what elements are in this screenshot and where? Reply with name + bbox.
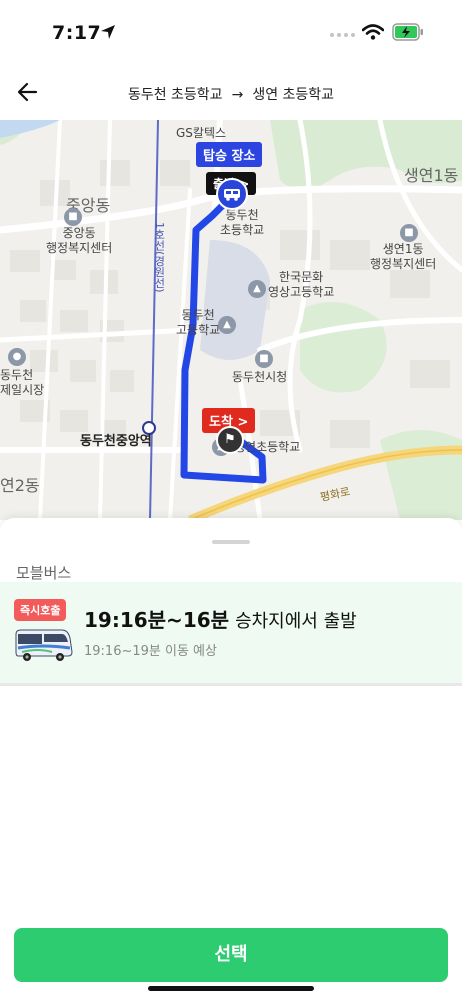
bus-icon xyxy=(15,629,73,661)
sheet-drag-handle[interactable] xyxy=(212,540,250,544)
eta-text: 19:16~19분 이동 예상 xyxy=(84,644,217,659)
bottom-sheet: 모블버스 즉시호출 19:16분~16분 승차지에서 출발 19:16~19분 이… xyxy=(0,518,462,1000)
origin-name: 동두천 초등학교 xyxy=(127,87,223,103)
map-label-saengyeon2: 연2동 xyxy=(0,476,40,495)
pickup-location-tag[interactable]: 탑승 장소 xyxy=(196,142,263,167)
instant-call-badge: 즉시호출 xyxy=(14,599,67,621)
school-icon: ▲ xyxy=(218,316,236,334)
signal-dots-icon xyxy=(330,33,355,37)
location-arrow-icon xyxy=(101,25,115,39)
bus-option-card[interactable]: 즉시호출 19:16분~16분 승차지에서 출발 19:16~19분 이동 예상 xyxy=(0,582,462,686)
departure-text: 승차지에서 출발 xyxy=(235,611,357,632)
map-label-saengyeon1: 생연1동 xyxy=(404,166,459,185)
route-title: 동두천 초등학교 → 생연 초등학교 xyxy=(0,84,462,104)
wifi-icon xyxy=(362,24,384,40)
route-map[interactable]: GS칼텍스 중앙동 중앙동 행정복지센터 동두천 초등학교 1호선(경원선) 한… xyxy=(0,120,462,520)
map-label-market: 동두천 제일시장 xyxy=(0,368,45,397)
home-indicator[interactable] xyxy=(148,986,314,991)
map-label-city-hall: 동두천시청 xyxy=(232,370,288,384)
map-label-saengyeon-school: 생연초등학교 xyxy=(234,440,301,454)
select-button[interactable]: 선택 xyxy=(14,928,448,982)
map-label-korea-culture: 한국문화 영상고등학교 xyxy=(268,270,335,299)
destination-flag-icon[interactable]: ⚑ xyxy=(216,426,244,454)
government-office-icon: ■ xyxy=(64,208,82,226)
bus-marker-icon[interactable] xyxy=(216,178,248,210)
government-office-icon: ■ xyxy=(400,224,418,242)
map-label-gs: GS칼텍스 xyxy=(176,126,227,140)
map-label-station: 동두천중앙역 xyxy=(80,434,152,449)
map-label-saengyeon1-center: 생연1동 행정복지센터 xyxy=(370,242,437,271)
status-time: 7:17 xyxy=(52,22,102,44)
departure-line: 19:16분~16분 승차지에서 출발 xyxy=(84,604,357,633)
section-label: 모블버스 xyxy=(16,564,72,582)
city-hall-icon: ■ xyxy=(255,350,273,368)
map-label-donducheon-school: 동두천 초등학교 xyxy=(220,208,265,237)
map-label-donducheon-high: 동두천 고등학교 xyxy=(176,308,221,337)
status-bar: 7:17 xyxy=(0,0,462,62)
time-range: 19:16분~16분 xyxy=(84,608,230,632)
school-icon: ▲ xyxy=(248,280,266,298)
header: 동두천 초등학교 → 생연 초등학교 xyxy=(0,62,462,120)
map-label-jungang-center: 중앙동 행정복지센터 xyxy=(46,226,113,255)
route-arrow: → xyxy=(231,87,244,103)
battery-charging-icon xyxy=(392,23,423,41)
market-icon: ● xyxy=(8,348,26,366)
map-label-line1: 1호선(경원선) xyxy=(152,222,166,293)
destination-name: 생연 초등학교 xyxy=(252,87,335,103)
